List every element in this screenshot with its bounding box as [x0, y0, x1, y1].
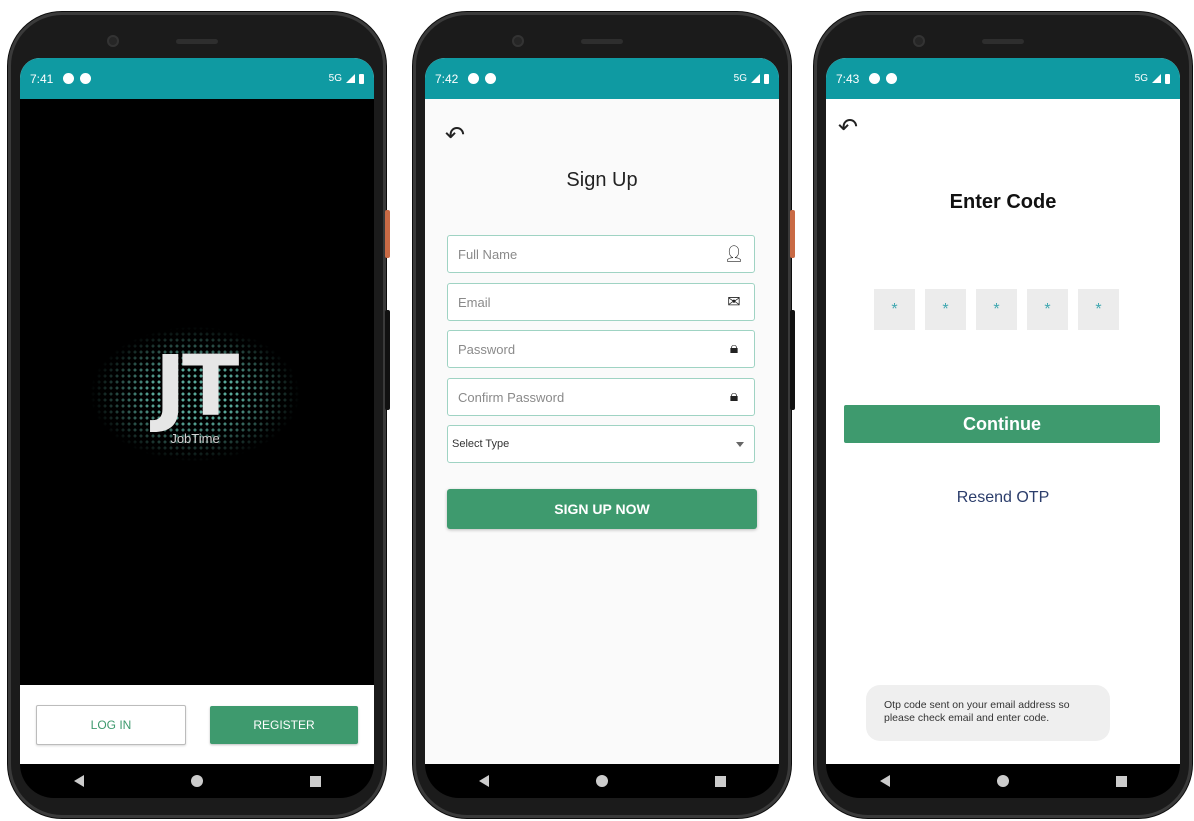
splash-area: JT JobTime: [20, 99, 374, 685]
earpiece-speaker: [982, 39, 1024, 44]
screen-signup: 7:42 5G ↶ Sign Up Full Name 👤︎ Email ✉ P…: [425, 58, 779, 764]
select-type-dropdown[interactable]: Select Type: [447, 425, 755, 463]
app-logo: JT JobTime: [90, 319, 300, 469]
volume-button: [790, 310, 795, 410]
page-title: Enter Code: [949, 191, 1057, 213]
signal-icon: [1152, 74, 1161, 83]
status-bar: 7:42 5G: [425, 58, 779, 99]
password-placeholder: Password: [458, 341, 516, 357]
nav-home-icon[interactable]: [595, 775, 608, 787]
user-icon: 👤︎: [724, 246, 745, 263]
nav-back-icon[interactable]: [478, 775, 489, 787]
screen-otp: 7:43 5G ↶ Enter Code * * * * * Continue: [826, 58, 1180, 764]
password-field[interactable]: Password 🔒︎: [447, 330, 755, 368]
full-name-placeholder: Full Name: [458, 246, 518, 262]
signal-icon: [346, 74, 355, 83]
sign-up-button[interactable]: SIGN UP NOW: [447, 489, 757, 529]
confirm-password-field[interactable]: Confirm Password 🔒︎: [447, 378, 755, 416]
front-camera: [512, 35, 524, 47]
notification-icon: [63, 73, 75, 84]
back-arrow-icon[interactable]: ↶: [838, 113, 858, 142]
otp-digit-4[interactable]: *: [1027, 289, 1068, 330]
nav-recents-icon[interactable]: [1115, 775, 1127, 787]
nav-home-icon[interactable]: [996, 775, 1009, 787]
app-notification-icon: [80, 73, 92, 84]
status-bar: 7:43 5G: [826, 58, 1180, 99]
phone-signup: 7:42 5G ↶ Sign Up Full Name 👤︎ Email ✉ P…: [413, 12, 795, 818]
register-button[interactable]: REGISTER: [210, 705, 358, 744]
otp-sent-toast: Otp code sent on your email address so p…: [866, 685, 1110, 741]
system-nav-bar: [826, 764, 1180, 798]
phone-otp: 7:43 5G ↶ Enter Code * * * * * Continue: [814, 12, 1192, 818]
nav-home-icon[interactable]: [190, 775, 203, 787]
app-notification-icon: [886, 73, 898, 84]
status-time: 7:41: [30, 71, 54, 86]
power-button: [790, 210, 795, 258]
lock-icon: 🔒︎: [729, 388, 739, 405]
battery-icon: [764, 73, 769, 84]
chevron-down-icon: [736, 441, 744, 447]
phone-welcome: 7:41 5G JT JobTime LOG IN REGISTER: [8, 12, 390, 818]
earpiece-speaker: [581, 39, 623, 44]
screen-welcome: 7:41 5G JT JobTime LOG IN REGISTER: [20, 58, 374, 764]
nav-back-icon[interactable]: [879, 775, 890, 787]
otp-digit-5[interactable]: *: [1078, 289, 1119, 330]
signal-icon: [751, 74, 760, 83]
email-placeholder: Email: [458, 294, 491, 310]
login-button[interactable]: LOG IN: [36, 704, 186, 745]
network-type: 5G: [1134, 73, 1148, 84]
network-type: 5G: [733, 73, 747, 84]
battery-icon: [1165, 73, 1170, 84]
app-notification-icon: [485, 73, 497, 84]
welcome-actions: LOG IN REGISTER: [20, 685, 374, 764]
notification-icon: [869, 73, 881, 84]
full-name-field[interactable]: Full Name 👤︎: [447, 235, 755, 273]
select-type-value: Select Type: [452, 438, 510, 450]
nav-recents-icon[interactable]: [309, 775, 321, 787]
continue-button[interactable]: Continue: [844, 405, 1160, 443]
page-title: Sign Up: [566, 169, 638, 191]
status-time: 7:43: [836, 71, 860, 86]
otp-input-row: * * * * *: [874, 289, 1119, 330]
logo-subtitle: JobTime: [170, 431, 220, 446]
battery-icon: [359, 73, 364, 84]
system-nav-bar: [20, 764, 374, 798]
status-time: 7:42: [435, 71, 459, 86]
mail-icon: ✉: [727, 294, 741, 311]
back-arrow-icon[interactable]: ↶: [445, 121, 465, 150]
front-camera: [107, 35, 119, 47]
otp-form: ↶ Enter Code * * * * * Continue Resend O…: [826, 99, 1180, 764]
signup-form: ↶ Sign Up Full Name 👤︎ Email ✉ Password …: [425, 99, 779, 764]
notification-icon: [468, 73, 480, 84]
earpiece-speaker: [176, 39, 218, 44]
lock-icon: 🔒︎: [729, 340, 739, 357]
nav-recents-icon[interactable]: [714, 775, 726, 787]
status-bar: 7:41 5G: [20, 58, 374, 99]
power-button: [385, 210, 390, 258]
logo-mark: JT: [154, 337, 240, 435]
front-camera: [913, 35, 925, 47]
otp-digit-3[interactable]: *: [976, 289, 1017, 330]
volume-button: [385, 310, 390, 410]
otp-digit-2[interactable]: *: [925, 289, 966, 330]
nav-back-icon[interactable]: [73, 775, 84, 787]
resend-otp-link[interactable]: Resend OTP: [826, 489, 1180, 507]
system-nav-bar: [425, 764, 779, 798]
app-screens-collage: 7:41 5G JT JobTime LOG IN REGISTER 7:42 …: [0, 0, 1194, 821]
email-field[interactable]: Email ✉: [447, 283, 755, 321]
otp-digit-1[interactable]: *: [874, 289, 915, 330]
network-type: 5G: [328, 73, 342, 84]
confirm-password-placeholder: Confirm Password: [458, 389, 565, 405]
